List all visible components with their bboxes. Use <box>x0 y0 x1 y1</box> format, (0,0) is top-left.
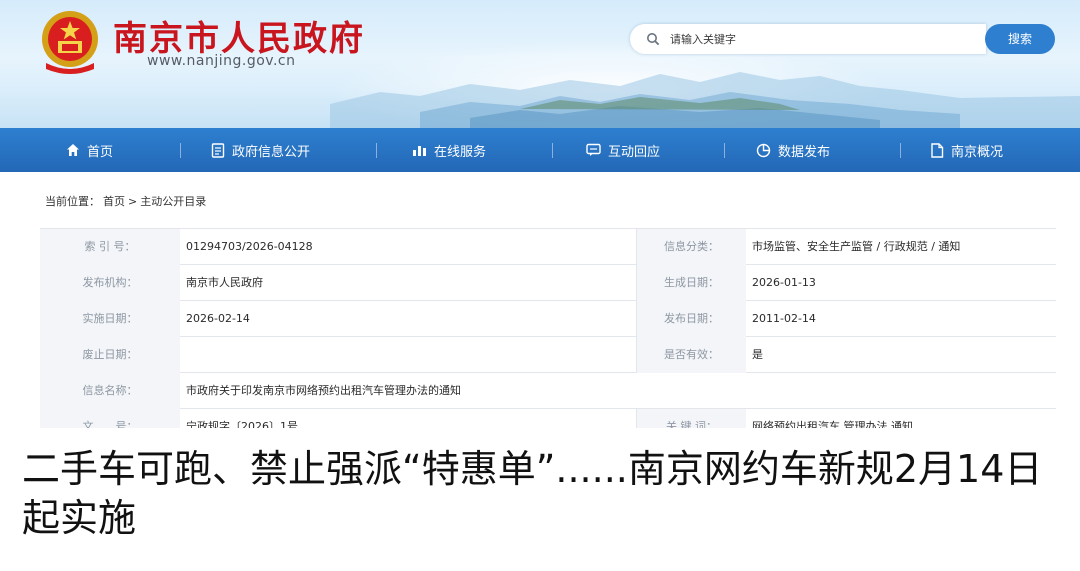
publisher-value: 南京市人民政府 <box>186 276 263 289</box>
article-headline: 二手车可跑、禁止强派“特惠单”......南京网约车新规2月14日起实施 <box>22 447 1043 540</box>
nav-divider <box>552 143 553 158</box>
nav-item-data-release[interactable]: 数据发布 <box>756 128 830 172</box>
search-button[interactable]: 搜索 <box>985 24 1055 54</box>
table-row: 文 号： 宁政规字〔2026〕1号 关 键 词： 网络预约出租汽车 管理办法 通… <box>40 409 1056 428</box>
nav-item-gov-info[interactable]: 政府信息公开 <box>211 128 310 172</box>
site-banner: 南京市人民政府 www.nanjing.gov.cn 搜索 <box>0 0 1080 128</box>
document-number-label: 文 号： <box>40 409 180 428</box>
index-number-value: 01294703/2026-04128 <box>186 240 313 253</box>
nav-divider <box>900 143 901 158</box>
document-number-value: 宁政规字〔2026〕1号 <box>186 420 298 428</box>
table-row: 发布机构： 南京市人民政府 生成日期： 2026-01-13 <box>40 265 1056 301</box>
nav-divider <box>376 143 377 158</box>
breadcrumb-separator: > <box>128 195 138 208</box>
table-row: 废止日期： 是否有效： 是 <box>40 337 1056 373</box>
nav-item-online-service[interactable]: 在线服务 <box>412 128 486 172</box>
document-title-value: 市政府关于印发南京市网络预约出租汽车管理办法的通知 <box>186 384 461 397</box>
document-info-table: 索 引 号： 01294703/2026-04128 信息分类： 市场监管、安全… <box>40 228 1056 428</box>
site-url: www.nanjing.gov.cn <box>147 53 296 69</box>
nav-item-label: 数据发布 <box>778 144 831 160</box>
publish-date-value: 2011-02-14 <box>752 312 816 325</box>
nav-divider <box>724 143 725 158</box>
overview-icon <box>931 142 944 158</box>
nav-item-label: 在线服务 <box>434 144 487 160</box>
category-value: 市场监管、安全生产监管 / 行政规范 / 通知 <box>752 240 961 253</box>
publisher-label: 发布机构： <box>40 265 180 301</box>
nav-item-interaction[interactable]: 互动回应 <box>586 128 660 172</box>
keywords-value: 网络预约出租汽车 管理办法 通知 <box>752 420 913 428</box>
keywords-label: 关 键 词： <box>636 409 746 428</box>
nav-divider <box>180 143 181 158</box>
nav-item-label: 互动回应 <box>608 144 661 160</box>
chart-icon <box>413 146 426 156</box>
search-box <box>630 24 986 54</box>
effective-date-value: 2026-02-14 <box>186 312 250 325</box>
table-row: 信息名称： 市政府关于印发南京市网络预约出租汽车管理办法的通知 <box>40 373 1056 409</box>
nav-item-nanjing-overview[interactable]: 南京概况 <box>930 128 1003 172</box>
publish-date-label: 发布日期： <box>636 301 746 337</box>
created-date-value: 2026-01-13 <box>752 276 816 289</box>
effective-date-label: 实施日期： <box>40 301 180 337</box>
document-icon <box>211 142 225 158</box>
created-date-label: 生成日期： <box>636 265 746 301</box>
home-icon <box>67 144 79 156</box>
breadcrumb: 当前位置： 首页 > 主动公开目录 <box>45 193 209 209</box>
national-emblem-icon <box>42 11 98 74</box>
category-label: 信息分类： <box>636 229 746 265</box>
breadcrumb-link-catalog[interactable]: 主动公开目录 <box>140 195 206 208</box>
search-input[interactable] <box>670 29 970 49</box>
chat-icon <box>586 143 601 156</box>
nav-item-label: 首页 <box>87 144 114 160</box>
nav-item-label: 南京概况 <box>951 144 1004 160</box>
document-title-label: 信息名称： <box>40 373 180 409</box>
expiry-date-value <box>180 337 636 373</box>
nav-item-label: 政府信息公开 <box>232 144 311 160</box>
table-row: 实施日期： 2026-02-14 发布日期： 2011-02-14 <box>40 301 1056 337</box>
main-nav: 首页 政府信息公开 在线服务 互动回应 数据发布 南京概况 <box>0 128 1080 172</box>
screenshot-card: 南京市人民政府 www.nanjing.gov.cn 搜索 首页 政府信息公开 … <box>0 0 1080 428</box>
index-number-label: 索 引 号： <box>40 229 180 265</box>
breadcrumb-prefix: 当前位置： <box>45 195 100 208</box>
search-icon <box>647 33 660 46</box>
nav-item-home[interactable]: 首页 <box>66 128 113 172</box>
expiry-date-label: 废止日期： <box>40 337 180 373</box>
validity-value: 是 <box>752 348 763 361</box>
breadcrumb-link-home[interactable]: 首页 <box>103 195 125 208</box>
table-row: 索 引 号： 01294703/2026-04128 信息分类： 市场监管、安全… <box>40 229 1056 265</box>
data-icon <box>756 143 771 157</box>
validity-label: 是否有效： <box>636 337 746 373</box>
